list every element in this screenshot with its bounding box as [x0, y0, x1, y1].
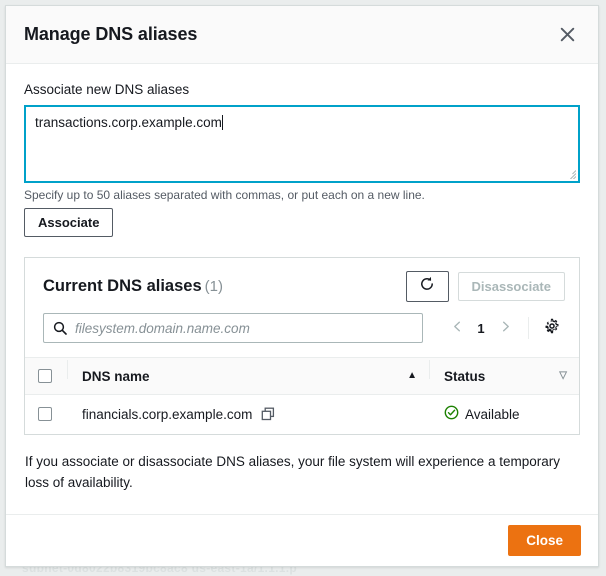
current-dns-aliases-panel: Current DNS aliases (1) Disassociate fil… — [24, 257, 580, 435]
modal-header: Manage DNS aliases — [6, 6, 598, 64]
associate-helper-text: Specify up to 50 aliases separated with … — [24, 188, 425, 202]
table-header-row: DNS name ▲ Status ▽ — [25, 357, 579, 395]
pagination-next-button[interactable] — [492, 315, 518, 341]
status-badge: Available — [465, 406, 520, 422]
refresh-icon — [419, 276, 435, 297]
copy-icon[interactable] — [261, 407, 275, 421]
panel-count: (1) — [204, 278, 223, 295]
panel-title: Current DNS aliases (1) — [43, 277, 406, 296]
page-title: Manage DNS aliases — [24, 24, 198, 44]
manage-dns-aliases-modal: Manage DNS aliases Associate new DNS ali… — [5, 5, 599, 567]
sort-ascending-icon: ▲ — [407, 370, 417, 381]
pagination-page-1[interactable]: 1 — [472, 321, 490, 336]
panel-toolbar: filesystem.domain.name.com 1 — [25, 302, 579, 357]
dns-aliases-textarea[interactable]: transactions.corp.example.com — [24, 105, 580, 183]
page-root: subnet-0d8022b8319bc8ac8 us-east-1a/1.1.… — [0, 0, 606, 576]
dns-name-value: financials.corp.example.com — [82, 406, 253, 422]
row-checkbox[interactable] — [38, 407, 52, 421]
chevron-left-icon — [452, 319, 463, 337]
toolbar-divider — [528, 317, 529, 339]
cell-dns-name: financials.corp.example.com — [67, 395, 429, 434]
column-header-status[interactable]: Status ▽ — [429, 357, 579, 395]
refresh-button[interactable] — [405, 271, 449, 302]
column-header-dns-name-label: DNS name — [82, 368, 150, 384]
gear-icon — [544, 318, 560, 339]
column-header-select-all — [25, 357, 67, 395]
associate-field-label: Associate new DNS aliases — [24, 82, 190, 97]
panel-actions: Disassociate — [405, 271, 565, 302]
table-settings-button[interactable] — [539, 315, 565, 341]
column-header-dns-name[interactable]: DNS name ▲ — [67, 357, 429, 395]
chevron-right-icon — [500, 319, 511, 337]
close-modal-button[interactable]: Close — [508, 525, 581, 556]
associate-button[interactable]: Associate — [24, 208, 114, 237]
check-circle-icon — [444, 405, 459, 423]
search-input[interactable]: filesystem.domain.name.com — [43, 313, 423, 343]
close-button[interactable] — [553, 21, 581, 49]
search-icon — [53, 321, 67, 335]
row-select-cell — [25, 395, 67, 434]
modal-body: Associate new DNS aliases transactions.c… — [6, 64, 598, 514]
pagination: 1 — [434, 315, 565, 341]
textarea-resize-handle[interactable] — [564, 167, 576, 179]
select-all-checkbox[interactable] — [38, 369, 52, 383]
dns-aliases-table: DNS name ▲ Status ▽ financials.corp.exam… — [25, 357, 579, 434]
table-body: financials.corp.example.com Available — [25, 395, 579, 434]
pagination-prev-button[interactable] — [444, 315, 470, 341]
cell-status: Available — [429, 395, 579, 434]
panel-title-text: Current DNS aliases — [43, 277, 202, 295]
availability-warning-text: If you associate or disassociate DNS ali… — [25, 454, 560, 490]
dns-aliases-textarea-value: transactions.corp.example.com — [35, 115, 222, 130]
disassociate-button[interactable]: Disassociate — [457, 272, 565, 301]
modal-footer: Close — [6, 514, 598, 566]
close-icon — [560, 27, 575, 42]
table-row[interactable]: financials.corp.example.com Available — [25, 395, 579, 434]
column-header-status-label: Status — [444, 368, 486, 384]
table-header: DNS name ▲ Status ▽ — [25, 357, 579, 395]
panel-header: Current DNS aliases (1) Disassociate — [25, 258, 579, 302]
search-input-placeholder: filesystem.domain.name.com — [75, 320, 250, 336]
sort-none-icon: ▽ — [559, 370, 567, 381]
text-caret — [221, 115, 223, 130]
